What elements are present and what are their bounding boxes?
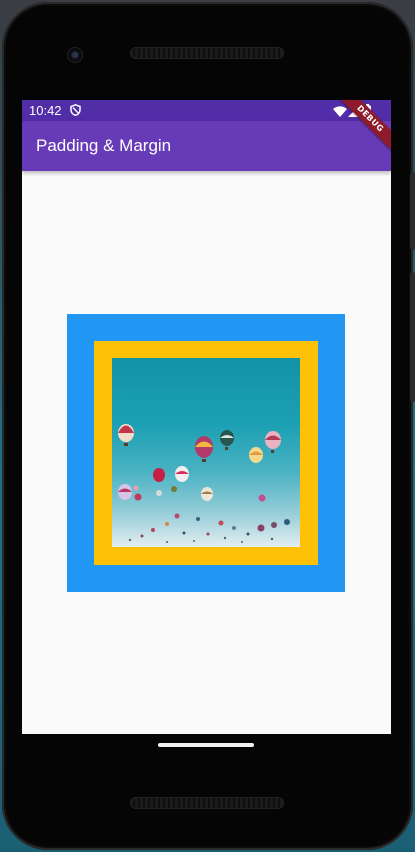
- hot-air-balloons-picture: [118, 424, 290, 543]
- phone-frame: 10:42 Padding & Margin DEBUG: [2, 2, 415, 850]
- balloon: [118, 424, 134, 446]
- app-screen: 10:42 Padding & Margin DEBUG: [22, 100, 391, 734]
- front-camera: [68, 48, 82, 62]
- balloons-image: [112, 358, 300, 547]
- power-button[interactable]: [410, 172, 415, 250]
- top-speaker: [130, 47, 284, 59]
- balloon: [220, 430, 234, 450]
- status-bar: 10:42: [22, 100, 391, 121]
- balloon: [153, 468, 165, 482]
- margin-container: [67, 314, 345, 592]
- page-title: Padding & Margin: [36, 136, 172, 155]
- wifi-icon: [333, 105, 347, 120]
- balloon: [118, 484, 132, 500]
- balloon: [195, 436, 213, 462]
- balloon: [201, 487, 213, 501]
- home-gesture-bar[interactable]: [158, 743, 254, 747]
- balloon: [265, 431, 281, 453]
- bottom-speaker: [130, 797, 284, 809]
- balloon: [175, 466, 189, 482]
- app-bar: Padding & Margin: [22, 121, 391, 171]
- padding-container: [94, 341, 318, 565]
- volume-button[interactable]: [410, 272, 415, 402]
- status-time: 10:42: [29, 103, 62, 118]
- shield-icon: [70, 103, 81, 119]
- balloon: [249, 447, 263, 463]
